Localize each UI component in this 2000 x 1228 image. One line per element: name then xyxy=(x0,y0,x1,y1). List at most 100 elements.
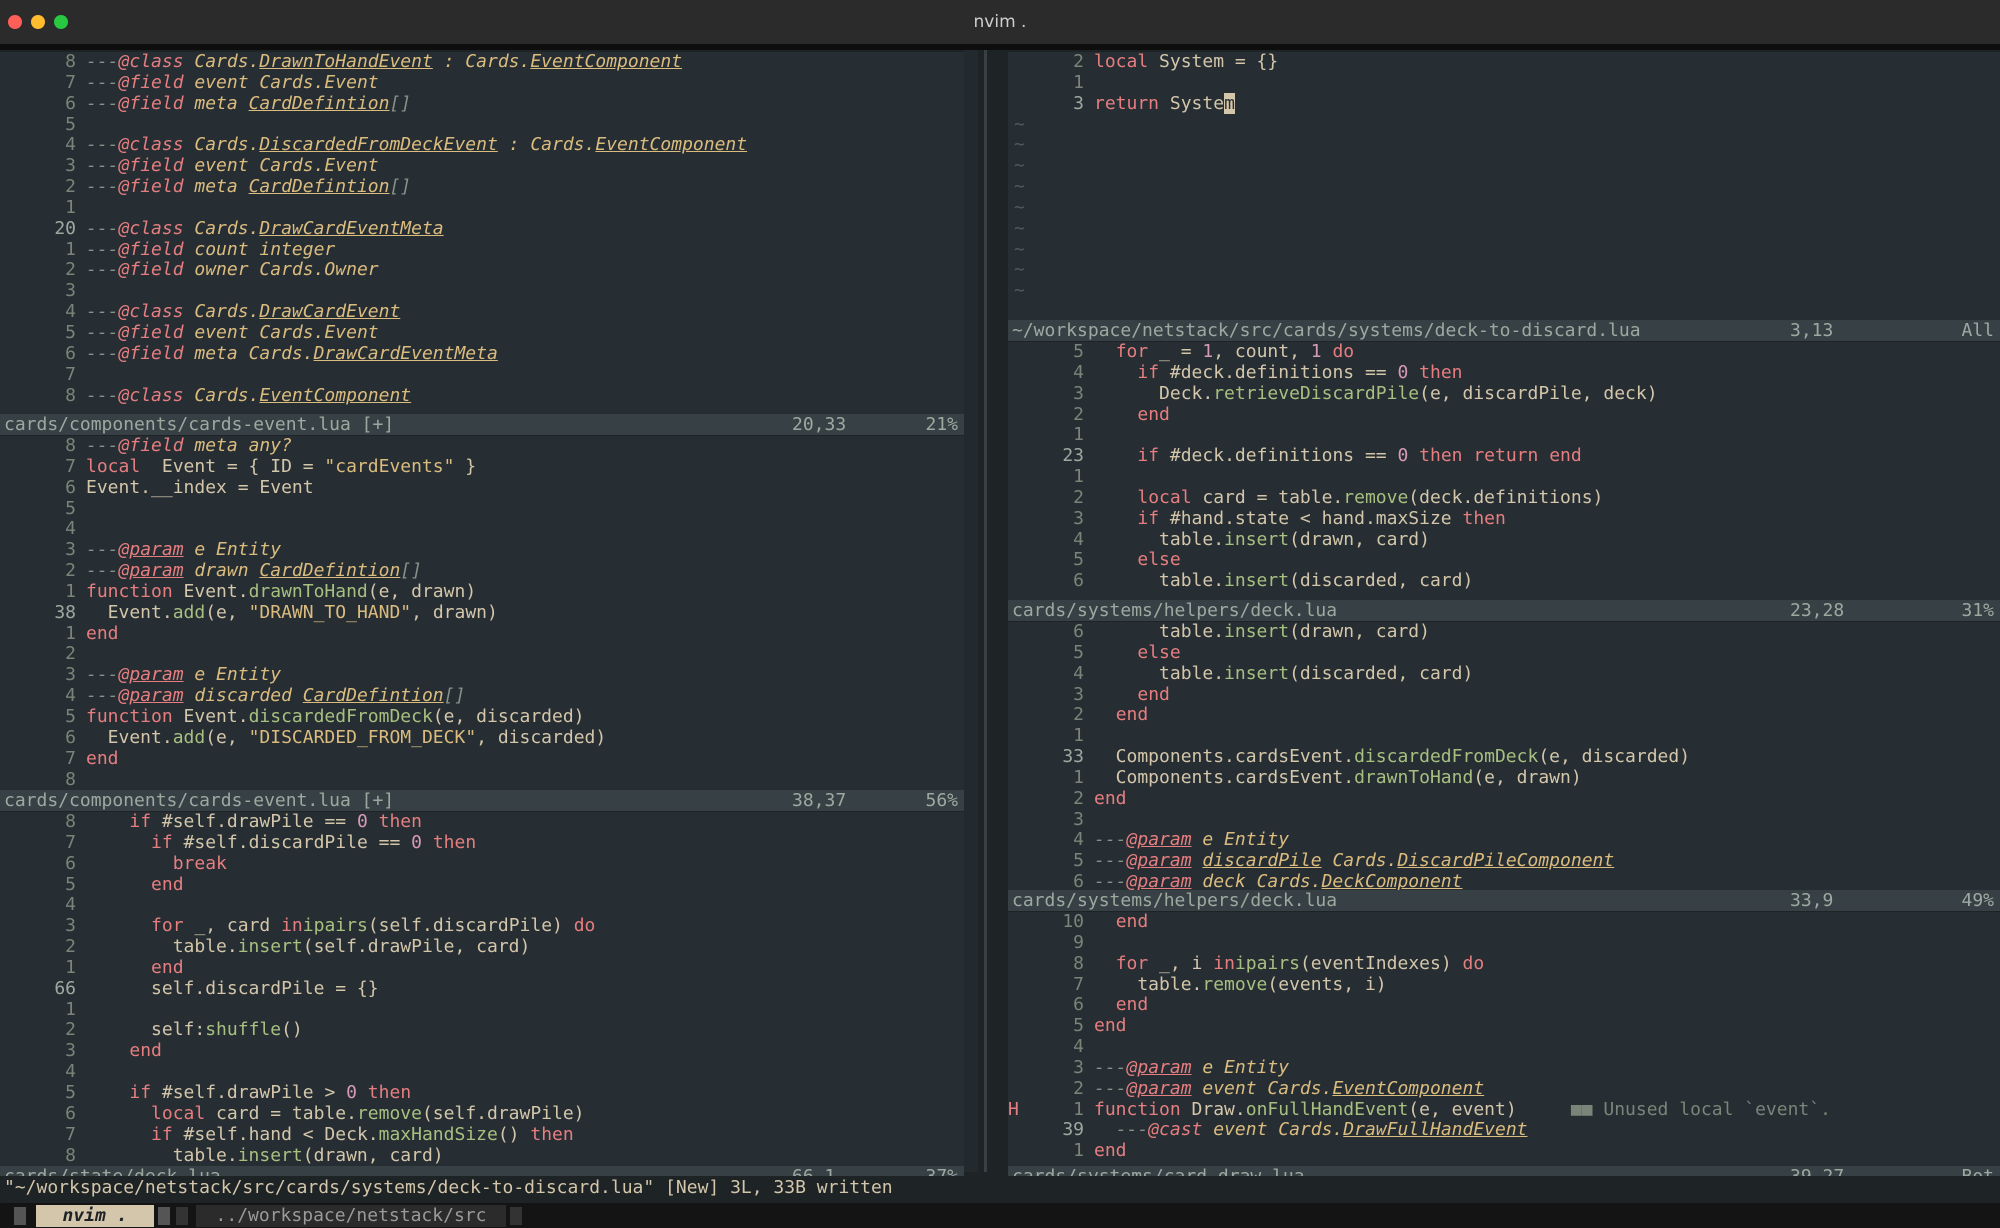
code-line[interactable]: 1 xyxy=(1008,725,2000,747)
left-editor-pane-3[interactable]: 8 if #self.drawPile == 0 then 7 if #self.… xyxy=(0,812,964,1166)
code-line[interactable]: 3 return System xyxy=(1008,92,2000,115)
code-line[interactable]: 1 xyxy=(1008,425,2000,446)
code-line[interactable]: 4 xyxy=(0,1061,964,1083)
code-line[interactable]: 3 end xyxy=(1008,684,2000,706)
code-line[interactable]: 5 if #self.drawPile > 0 then xyxy=(0,1082,964,1104)
tmux-tab-src[interactable]: ../workspace/netstack/src xyxy=(196,1205,506,1227)
code-line[interactable]: 6 Event.add(e, "DISCARDED_FROM_DECK", di… xyxy=(0,727,964,749)
code-line[interactable]: 2 ---@param event Cards.EventComponent xyxy=(1008,1078,2000,1100)
code-line[interactable]: 38 Event.add(e, "DRAWN_TO_HAND", drawn) xyxy=(0,602,964,624)
code-line[interactable]: 2 local card = table.remove(deck.definit… xyxy=(1008,487,2000,509)
code-line[interactable]: 2 ---@field meta CardDefintion[] xyxy=(0,176,964,198)
code-line[interactable]: 1 ---@field count integer xyxy=(0,239,964,261)
code-line[interactable]: 1 function Event.drawnToHand(e, drawn) xyxy=(0,581,964,603)
code-line[interactable]: 1 end xyxy=(0,623,964,645)
code-line[interactable]: 3 end xyxy=(0,1040,964,1062)
code-line[interactable]: 2 end xyxy=(1008,788,2000,810)
code-line[interactable]: 3 if #hand.state < hand.maxSize then xyxy=(1008,508,2000,530)
code-line[interactable]: 1 xyxy=(0,999,964,1021)
left-editor-pane-2[interactable]: 8 ---@field meta any? 7 local Event = { ID … xyxy=(0,436,964,790)
left-scrollbar[interactable] xyxy=(964,50,978,1172)
right-statusline-2[interactable]: cards/systems/helpers/deck.lua 23,28 31% xyxy=(1008,600,2000,621)
vertical-split-separator[interactable] xyxy=(964,50,1004,1172)
code-line[interactable]: 7 end xyxy=(0,748,964,770)
code-line[interactable]: 4 xyxy=(0,519,964,540)
code-line[interactable]: 4 xyxy=(0,895,964,916)
code-line[interactable]: 8 if #self.drawPile == 0 then xyxy=(0,812,964,833)
code-line[interactable]: 4 ---@class Cards.DrawCardEvent xyxy=(0,301,964,323)
code-line[interactable]: 5 else xyxy=(1008,642,2000,664)
code-line[interactable]: 4 ---@param e Entity xyxy=(1008,830,2000,851)
code-line[interactable]: 7 table.remove(events, i) xyxy=(1008,974,2000,996)
code-line[interactable]: 3 xyxy=(1008,809,2000,831)
code-line[interactable]: 39 ---@cast event Cards.DrawFullHandEven… xyxy=(1008,1120,2000,1141)
left-statusline-2[interactable]: cards/components/cards-event.lua [+] 38,3… xyxy=(0,790,964,811)
code-line[interactable]: 7 if #self.hand < Deck.maxHandSize() the… xyxy=(0,1124,964,1146)
code-line[interactable]: 3 ---@param e Entity xyxy=(1008,1057,2000,1079)
code-line[interactable]: 23 if #deck.definitions == 0 then return… xyxy=(1008,445,2000,467)
code-line[interactable]: 3 for _, card inipairs(self.discardPile)… xyxy=(0,915,964,937)
code-line[interactable]: 5 ---@param discardPile Cards.DiscardPile… xyxy=(1008,850,2000,872)
code-line[interactable]: 2 table.insert(self.drawPile, card) xyxy=(0,936,964,958)
right-editor-pane-1[interactable]: 2 local System = {} 1 3 return System ~ ~ ~ ~ ~ ~ ~… xyxy=(1008,52,2000,320)
code-line[interactable]: 5 function Event.discardedFromDeck(e, dis… xyxy=(0,706,964,728)
right-editor-pane-3[interactable]: 6 table.insert(drawn, card) 5 else 4 table… xyxy=(1008,622,2000,890)
code-line[interactable]: 7 local Event = { ID = "cardEvents" } xyxy=(0,456,964,478)
code-line[interactable]: 8 for _, i inipairs(eventIndexes) do xyxy=(1008,953,2000,975)
code-line[interactable]: 20 ---@class Cards.DrawCardEventMeta xyxy=(0,218,964,240)
code-line[interactable]: 5 xyxy=(0,498,964,520)
code-line[interactable]: 4 if #deck.definitions == 0 then xyxy=(1008,362,2000,384)
code-line[interactable]: 8 ---@class Cards.DrawnToHandEvent : Card… xyxy=(0,52,964,73)
code-line[interactable]: 1 Components.cardsEvent.drawnToHand(e, d… xyxy=(1008,767,2000,789)
code-line[interactable]: 3 ---@field event Cards.Event xyxy=(0,155,964,177)
code-line[interactable]: 9 xyxy=(1008,932,2000,954)
code-line[interactable]: 4 ---@class Cards.DiscardedFromDeckEvent … xyxy=(0,134,964,156)
code-line[interactable]: 2 end xyxy=(1008,704,2000,726)
right-statusline-1[interactable]: ~/workspace/netstack/src/cards/systems/d… xyxy=(1008,320,2000,341)
code-line[interactable]: 6 ---@field meta CardDefintion[] xyxy=(0,93,964,115)
code-line[interactable]: 1 xyxy=(1008,466,2000,488)
code-line[interactable]: 5 end xyxy=(1008,1015,2000,1037)
left-editor-pane-1[interactable]: 8 ---@class Cards.DrawnToHandEvent : Card… xyxy=(0,52,964,414)
code-line[interactable]: 7 xyxy=(0,364,964,386)
code-line[interactable]: 2 ---@param drawn CardDefintion[] xyxy=(0,560,964,582)
code-line[interactable]: 1 end xyxy=(1008,1140,2000,1162)
code-line[interactable]: 1 xyxy=(1008,72,2000,94)
code-line[interactable]: 1 xyxy=(0,197,964,219)
code-line[interactable]: 6 table.insert(drawn, card) xyxy=(1008,622,2000,643)
code-line[interactable]: 3 ---@param e Entity xyxy=(0,664,964,686)
code-line[interactable]: 7 if #self.discardPile == 0 then xyxy=(0,832,964,854)
right-editor-pane-4[interactable]: 10 end 9 8 for _, i inipairs(eventIndexes)… xyxy=(1008,912,2000,1166)
code-line[interactable]: 33 Components.cardsEvent.discardedFromDe… xyxy=(1008,746,2000,768)
code-line[interactable]: 6 table.insert(discarded, card) xyxy=(1008,570,2000,592)
tmux-tab-nvim[interactable]: nvim . xyxy=(36,1205,154,1227)
code-line[interactable]: 5 end xyxy=(0,874,964,896)
code-line[interactable]: 8 ---@field meta any? xyxy=(0,436,964,457)
code-line[interactable]: 7 ---@field event Cards.Event xyxy=(0,72,964,94)
code-line[interactable]: 1 end xyxy=(0,957,964,979)
right-editor-pane-2[interactable]: 5 for _ = 1, count, 1 do 4 if #deck.defin… xyxy=(1008,342,2000,600)
code-line[interactable]: 4 table.insert(drawn, card) xyxy=(1008,529,2000,551)
command-line[interactable]: "~/workspace/netstack/src/cards/systems/… xyxy=(0,1176,2000,1200)
code-line[interactable]: 4 xyxy=(1008,1036,2000,1058)
code-line[interactable]: 3 Deck.retrieveDiscardPile(e, discardPil… xyxy=(1008,383,2000,405)
code-line[interactable]: 6 ---@field meta Cards.DrawCardEventMeta xyxy=(0,343,964,365)
code-line[interactable]: 8 xyxy=(0,769,964,791)
code-line[interactable]: H 1 function Draw.onFullHandEvent(e, event… xyxy=(1008,1099,2000,1121)
code-line[interactable]: 2 local System = {} xyxy=(1008,52,2000,73)
code-line[interactable]: 6 Event.__index = Event xyxy=(0,477,964,499)
code-line[interactable]: 4 ---@param discarded CardDefintion[] xyxy=(0,685,964,707)
code-line[interactable]: 6 break xyxy=(0,853,964,875)
code-line[interactable]: 3 xyxy=(0,280,964,302)
code-line[interactable]: 2 ---@field owner Cards.Owner xyxy=(0,260,964,281)
code-line[interactable]: 66 self.discardPile = {} xyxy=(0,978,964,1000)
code-line[interactable]: 5 ---@field event Cards.Event xyxy=(0,322,964,344)
code-line[interactable]: 2 self:shuffle() xyxy=(0,1020,964,1041)
right-statusline-3[interactable]: cards/systems/helpers/deck.lua 33,9 49% xyxy=(1008,890,2000,911)
code-line[interactable]: 10 end xyxy=(1008,912,2000,933)
code-line[interactable]: 6 ---@param deck Cards.DeckComponent xyxy=(1008,871,2000,890)
code-line[interactable]: 5 for _ = 1, count, 1 do xyxy=(1008,342,2000,363)
code-line[interactable]: 3 ---@param e Entity xyxy=(0,539,964,561)
code-line[interactable]: 2 xyxy=(0,644,964,665)
code-line[interactable]: 6 local card = table.remove(self.drawPil… xyxy=(0,1103,964,1125)
